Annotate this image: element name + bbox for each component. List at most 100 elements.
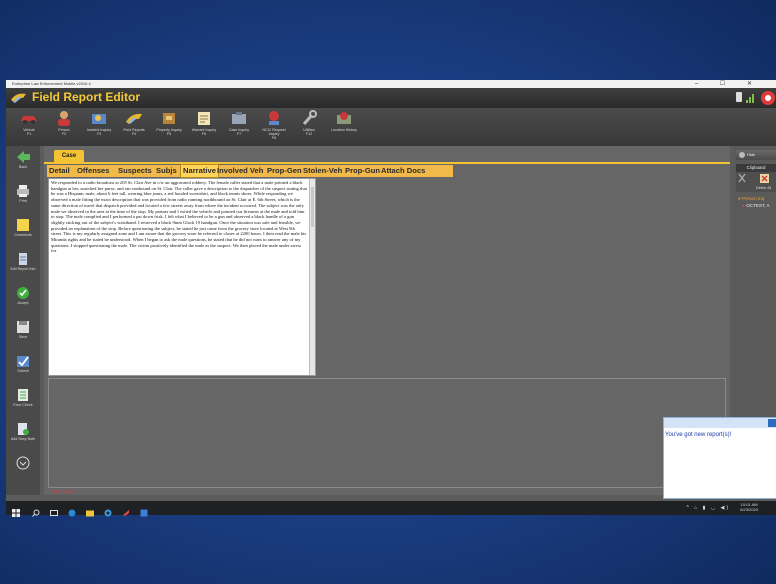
utilities-icon [302, 110, 317, 125]
narrative-text[interactable]: We responded to a radio broadcast at 205… [51, 180, 307, 254]
toolbar-shortcut: F2 [61, 132, 67, 136]
sidebar-button-print[interactable]: Print [8, 184, 38, 203]
toolbar-button-utilities[interactable]: Utilities F12 [292, 110, 326, 136]
tab-attach-docs[interactable]: Attach Docs [381, 165, 425, 177]
toolbar-shortcut: F8 [271, 136, 277, 140]
notification-popup[interactable]: You've got new report(s)! [663, 417, 776, 499]
edge-icon[interactable] [68, 504, 76, 517]
toolbar-shortcut: F5 [166, 132, 172, 136]
save-status: Not Saved [52, 490, 75, 495]
left-sidebar: Back Print Comments Edit Report Info Accept S… [6, 146, 40, 495]
taskbar: ^ ⌂ ▮ ◡ ◀) 10:01 AM 6/23/2020 [6, 501, 776, 517]
delete-all-icon [760, 174, 769, 183]
tree-root-label: Person Inq [742, 196, 765, 201]
toolbar-button-person[interactable]: Person F2 [47, 110, 81, 136]
sidebar-label: Print [19, 199, 27, 203]
sidebar-button-accept[interactable]: Accept [8, 286, 38, 305]
sidebar-label: Save [18, 335, 28, 339]
app-taskbar-icon[interactable] [122, 504, 130, 516]
toolbar-shortcut: F12 [305, 132, 313, 136]
sidebar-button-error-check[interactable]: Error Check [8, 388, 38, 407]
comments-icon [17, 219, 29, 231]
delete-all-button[interactable]: Delete All [756, 186, 771, 190]
sidebar-button-edit-report-info[interactable]: Edit Report Info [8, 252, 38, 271]
sidebar-button-back[interactable]: Back [8, 150, 38, 169]
tab-narrative[interactable]: Narrative [180, 164, 219, 178]
hide-label: Hide [747, 152, 756, 157]
edit-report-icon [19, 253, 27, 265]
window-titlebar: Enterprise Law Enforcement Mobile v2016.… [6, 80, 776, 88]
printer-icon [17, 185, 29, 197]
error-check-icon [18, 389, 28, 401]
accept-check-icon [17, 287, 29, 299]
sidebar-label: Submit [17, 369, 29, 373]
app-logo-icon [11, 93, 26, 103]
report-tabs: Detail Offenses Suspects Subjs Narrative Invo… [47, 164, 453, 178]
field-reports-icon [126, 113, 142, 124]
tab-subjs[interactable]: Subjs [156, 165, 177, 177]
clipboard-heading: Clipboard [736, 164, 776, 172]
vehicle-icon [21, 116, 37, 124]
sidebar-button-submit[interactable]: Submit [8, 354, 38, 373]
app-header: Field Report Editor [6, 88, 776, 108]
toolbar-shortcut: F4 [131, 132, 137, 136]
tab-offenses[interactable]: Offenses [77, 165, 110, 177]
case-icon [232, 112, 246, 124]
clock-date: 6/23/2020 [740, 507, 758, 512]
scrollbar-thumb[interactable] [311, 187, 314, 227]
window-controls[interactable]: – ☐ ✕ [695, 80, 762, 87]
window-taskbar-icon[interactable] [140, 504, 148, 517]
case-tab-underline [44, 162, 730, 164]
report-editor: Case Detail Offenses Suspects Subjs Narrativ… [44, 146, 730, 495]
tab-suspects[interactable]: Suspects [118, 165, 152, 177]
file-explorer-icon[interactable] [86, 504, 94, 517]
tree-item[interactable]: ● OCTEST, A [742, 203, 770, 208]
notification-close-icon[interactable] [768, 419, 776, 427]
window-title: Enterprise Law Enforcement Mobile v2016.… [12, 81, 91, 86]
sidebar-button-save[interactable]: Save [8, 320, 38, 339]
start-icon[interactable] [12, 504, 20, 517]
warrant-icon [198, 112, 210, 125]
tab-prop-gun[interactable]: Prop-Gun [345, 165, 380, 177]
toolbar-button-ncic-request-inquiry[interactable]: NCIC Request Inquiry F8 [257, 110, 291, 140]
toolbar-button-case-inquiry[interactable]: Case Inquiry F7 [222, 110, 256, 136]
add-note-icon [18, 423, 29, 435]
sidebar-label: Add Story Note [10, 437, 36, 441]
sidebar-button-scroll[interactable] [8, 456, 38, 471]
scroll-down-icon [16, 456, 30, 470]
tab-case[interactable]: Case [54, 150, 84, 162]
tab-stolen-veh[interactable]: Stolen-Veh [303, 165, 342, 177]
toolbar-button-warrant-inquiry[interactable]: Warrant Inquiry F6 [187, 110, 221, 136]
task-view-icon[interactable] [50, 504, 58, 516]
location-icon [337, 112, 351, 124]
toolbar-button-property-inquiry[interactable]: Property Inquiry F5 [152, 110, 186, 136]
toolbar: Vehicle F1 Person F2 Incident Inquiry F3 Field… [6, 108, 776, 146]
narrative-scrollbar[interactable] [309, 179, 315, 375]
sidebar-label: Accept [17, 301, 29, 305]
tab-prop-gen[interactable]: Prop-Gen [267, 165, 302, 177]
toolbar-button-vehicle[interactable]: Vehicle F1 [12, 110, 46, 136]
taskbar-clock[interactable]: 10:01 AM 6/23/2020 [740, 502, 758, 512]
toolbar-button-incident-inquiry[interactable]: Incident Inquiry F3 [82, 110, 116, 136]
app-window: Enterprise Law Enforcement Mobile v2016.… [6, 80, 776, 515]
narrative-textarea[interactable]: We responded to a radio broadcast at 205… [48, 178, 316, 376]
tab-detail[interactable]: Detail [49, 165, 70, 177]
hide-button[interactable]: Hide [736, 150, 776, 160]
notification-header [664, 418, 776, 428]
sidebar-button-add-story-note[interactable]: Add Story Note [8, 422, 38, 441]
search-icon[interactable] [32, 504, 40, 517]
toolbar-shortcut: F7 [236, 132, 242, 136]
sidebar-button-comments[interactable]: Comments [8, 218, 38, 237]
signal-icon [746, 94, 754, 103]
tab-involved-veh[interactable]: Involved Veh [217, 165, 263, 177]
ie-icon[interactable] [104, 504, 112, 517]
system-tray[interactable]: ^ ⌂ ▮ ◡ ◀) [686, 505, 730, 511]
back-arrow-icon [17, 151, 30, 163]
toolbar-shortcut: F6 [201, 132, 207, 136]
clipboard-status-icon [736, 92, 742, 102]
toolbar-button-location-history[interactable]: Location History [327, 110, 361, 132]
property-icon [163, 113, 175, 124]
tree-root-person-inquiry[interactable]: ● Person Inq [738, 196, 764, 201]
toolbar-button-field-reports[interactable]: Field Reports F4 [117, 110, 151, 136]
save-icon [17, 321, 29, 333]
